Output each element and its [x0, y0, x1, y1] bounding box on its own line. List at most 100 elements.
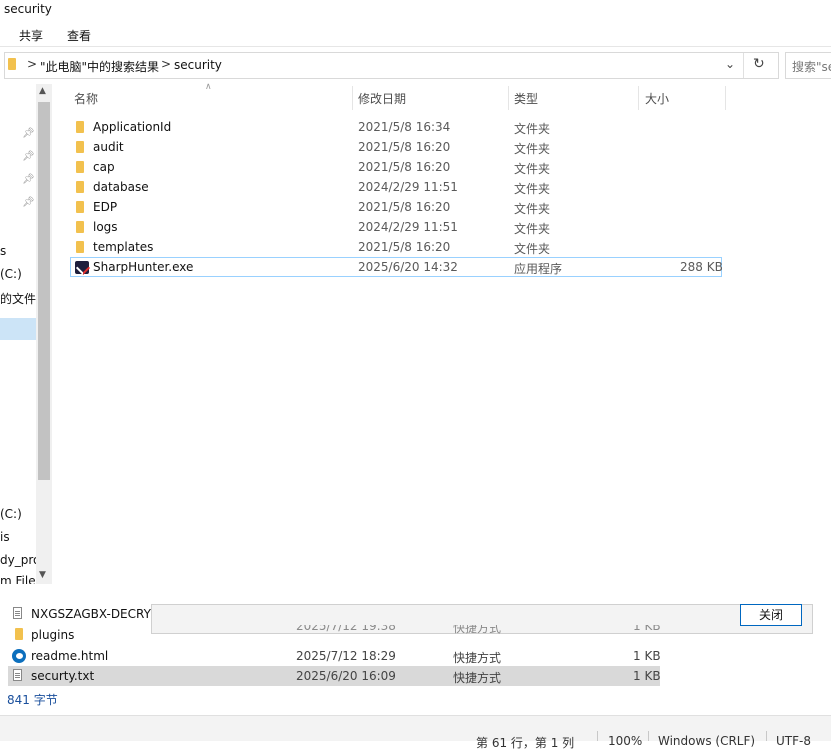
bg-file-size: 1 KB — [633, 669, 661, 683]
file-type: 文件夹 — [514, 182, 551, 196]
file-name: SharpHunter.exe — [93, 260, 194, 274]
bg-file-name: securty.txt — [31, 669, 95, 683]
bg-file-modified: 2025/6/20 16:09 — [296, 669, 396, 683]
column-header-name[interactable]: 名称 — [74, 90, 98, 107]
nav-item-drive-c[interactable]: (C:) — [0, 507, 22, 521]
pin-icon[interactable]: 📌︎ — [22, 197, 35, 208]
column-divider[interactable] — [508, 86, 509, 110]
column-header-type[interactable]: 类型 — [514, 90, 538, 107]
scrollbar-thumb[interactable] — [38, 102, 50, 480]
bg-file-row-selected[interactable]: securty.txt 2025/6/20 16:09 快捷方式 1 KB — [8, 666, 661, 686]
file-type: 文件夹 — [514, 222, 551, 236]
file-modified: 2021/5/8 16:20 — [358, 160, 451, 174]
file-row[interactable]: logs 2024/2/29 11:51 文件夹 — [70, 217, 722, 237]
file-modified: 2021/5/8 16:20 — [358, 140, 451, 154]
app-exe-icon — [75, 260, 91, 276]
bg-file-size: 1 KB — [633, 649, 661, 663]
bg-file-row[interactable]: plugins 2025/7/12 19:38 快捷方式 1 KB — [8, 625, 660, 645]
file-modified: 2024/2/29 11:51 — [358, 220, 458, 234]
bg-file-modified: 2025/7/12 19:38 — [296, 625, 396, 633]
file-type: 文件夹 — [514, 202, 551, 216]
chevron-right-icon[interactable]: > — [161, 57, 171, 71]
file-name: cap — [93, 160, 115, 174]
address-divider — [743, 53, 744, 78]
status-size: 841 字节 — [7, 693, 58, 707]
nav-item[interactable]: is — [0, 530, 10, 544]
pin-icon[interactable]: 📌︎ — [22, 151, 35, 162]
file-row[interactable]: cap 2021/5/8 16:20 文件夹 — [70, 157, 722, 177]
nav-item[interactable]: s — [0, 244, 6, 258]
bg-file-type: 快捷方式 — [453, 625, 502, 635]
file-row[interactable]: templates 2021/5/8 16:20 文件夹 — [70, 237, 722, 257]
status-position: 第 61 行，第 1 列 — [476, 736, 575, 750]
file-row[interactable]: database 2024/2/29 11:51 文件夹 — [70, 177, 722, 197]
pin-icon[interactable]: 📌︎ — [22, 128, 35, 139]
folder-icon — [76, 241, 84, 253]
nav-scrollbar[interactable]: ▲ ▼ — [36, 84, 52, 584]
bg-file-row[interactable]: readme.html 2025/7/12 18:29 快捷方式 1 KB — [8, 646, 661, 666]
nav-selection[interactable] — [0, 318, 36, 340]
bg-file-type: 快捷方式 — [453, 651, 502, 665]
file-name: templates — [93, 240, 154, 254]
file-name: database — [93, 180, 149, 194]
search-box[interactable]: 搜索"se — [785, 52, 831, 79]
scroll-down-icon[interactable]: ▼ — [39, 570, 46, 580]
menu-view[interactable]: 查看 — [67, 27, 91, 44]
bg-file-name: readme.html — [31, 649, 109, 663]
folder-icon — [15, 628, 23, 640]
chevron-right-icon[interactable]: > — [27, 57, 37, 71]
file-name: audit — [93, 140, 124, 154]
scroll-up-icon[interactable]: ▲ — [39, 86, 46, 96]
refresh-icon[interactable]: ↻ — [753, 56, 765, 72]
pin-icon[interactable]: 📌︎ — [22, 174, 35, 185]
menu-share[interactable]: 共享 — [19, 27, 43, 44]
column-divider[interactable] — [352, 86, 353, 110]
column-divider[interactable] — [725, 86, 726, 110]
window-title: security — [4, 2, 52, 16]
file-type: 文件夹 — [514, 122, 551, 136]
status-divider — [766, 731, 767, 741]
file-type: 文件夹 — [514, 162, 551, 176]
folder-icon — [76, 121, 84, 133]
address-bar[interactable]: > "此电脑"中的搜索结果 > security ⌄ ↻ — [4, 52, 779, 79]
search-placeholder: 搜索"se — [792, 60, 831, 74]
folder-icon — [76, 201, 84, 213]
text-file-icon — [13, 669, 22, 681]
status-eol: Windows (CRLF) — [658, 734, 756, 748]
folder-icon — [76, 161, 84, 173]
close-button[interactable]: 关闭 — [740, 604, 802, 626]
column-header-size[interactable]: 大小 — [645, 90, 669, 107]
file-modified: 2021/5/8 16:34 — [358, 120, 451, 134]
nav-item[interactable]: dy_pro — [0, 553, 40, 567]
file-modified: 2025/6/20 14:32 — [358, 260, 458, 274]
file-row[interactable]: audit 2021/5/8 16:20 文件夹 — [70, 137, 722, 157]
file-size: 288 KB — [680, 260, 723, 274]
breadcrumb-search-results[interactable]: "此电脑"中的搜索结果 — [40, 58, 159, 75]
file-name: EDP — [93, 200, 118, 214]
folder-icon — [8, 58, 16, 70]
bg-file-name: NXGSZAGBX-DECRYP — [31, 607, 159, 621]
column-divider[interactable] — [638, 86, 639, 110]
column-header-modified[interactable]: 修改日期 — [358, 90, 406, 107]
bg-file-modified: 2025/7/12 18:29 — [296, 649, 396, 663]
nav-item-drive-c[interactable]: (C:) — [0, 267, 22, 281]
chevron-down-icon[interactable]: ⌄ — [725, 57, 735, 71]
bg-file-name: plugins — [31, 628, 75, 642]
bg-file-size: 1 KB — [633, 625, 660, 633]
file-type: 文件夹 — [514, 142, 551, 156]
file-type: 文件夹 — [514, 242, 551, 256]
status-divider — [597, 731, 598, 741]
breadcrumb-security[interactable]: security — [174, 58, 222, 72]
folder-icon — [76, 221, 84, 233]
file-row[interactable]: ApplicationId 2021/5/8 16:34 文件夹 — [70, 117, 722, 137]
file-row-selected[interactable]: SharpHunter.exe 2025/6/20 14:32 应用程序 288… — [70, 257, 723, 277]
file-type: 应用程序 — [514, 262, 563, 276]
file-modified: 2021/5/8 16:20 — [358, 200, 451, 214]
edge-icon — [12, 649, 26, 663]
nav-item-files[interactable]: 的文件 — [0, 290, 36, 307]
file-name: logs — [93, 220, 118, 234]
status-encoding: UTF-8 — [776, 734, 811, 748]
text-file-icon — [13, 607, 22, 619]
ribbon-divider — [0, 46, 831, 47]
file-row[interactable]: EDP 2021/5/8 16:20 文件夹 — [70, 197, 722, 217]
